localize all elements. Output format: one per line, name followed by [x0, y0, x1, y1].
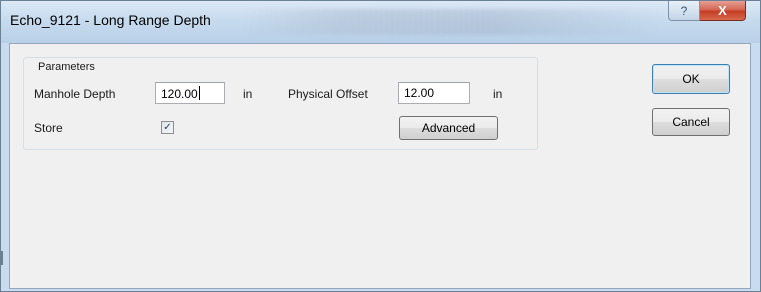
cancel-button-label: Cancel: [672, 115, 710, 129]
text-caret: [198, 86, 200, 100]
advanced-button[interactable]: Advanced: [399, 116, 498, 140]
close-button[interactable]: X: [700, 1, 746, 21]
store-checkbox[interactable]: ✓: [161, 121, 174, 134]
dialog-client-area: Parameters Manhole Depth 120.00 in Physi…: [9, 43, 751, 289]
manhole-depth-value: 120.00: [161, 87, 198, 101]
check-icon: ✓: [163, 122, 172, 133]
physical-offset-input[interactable]: 12.00: [398, 82, 470, 104]
dialog-window: Echo_9121 - Long Range Depth ? X Paramet…: [0, 0, 761, 292]
manhole-depth-unit: in: [243, 87, 253, 101]
ok-button[interactable]: OK: [652, 64, 730, 94]
close-icon: X: [718, 3, 727, 18]
physical-offset-value: 12.00: [404, 86, 435, 100]
manhole-depth-input[interactable]: 120.00: [155, 82, 225, 104]
ok-button-label: OK: [682, 72, 700, 86]
help-icon: ?: [680, 3, 688, 18]
caption-buttons: ? X: [668, 1, 746, 23]
title-bar[interactable]: Echo_9121 - Long Range Depth ? X: [1, 1, 760, 43]
parameters-legend: Parameters: [36, 61, 97, 73]
title-bar-background-blur: [241, 9, 661, 35]
physical-offset-label: Physical Offset: [288, 87, 368, 101]
window-resize-edge[interactable]: [1, 251, 3, 265]
store-label: Store: [34, 121, 63, 135]
window-title: Echo_9121 - Long Range Depth: [10, 12, 211, 28]
cancel-button[interactable]: Cancel: [652, 108, 730, 136]
physical-offset-unit: in: [493, 87, 503, 101]
parameters-groupbox: Parameters Manhole Depth 120.00 in Physi…: [23, 57, 538, 150]
help-button[interactable]: ?: [668, 1, 700, 21]
manhole-depth-label: Manhole Depth: [34, 87, 116, 101]
advanced-button-label: Advanced: [421, 121, 476, 135]
